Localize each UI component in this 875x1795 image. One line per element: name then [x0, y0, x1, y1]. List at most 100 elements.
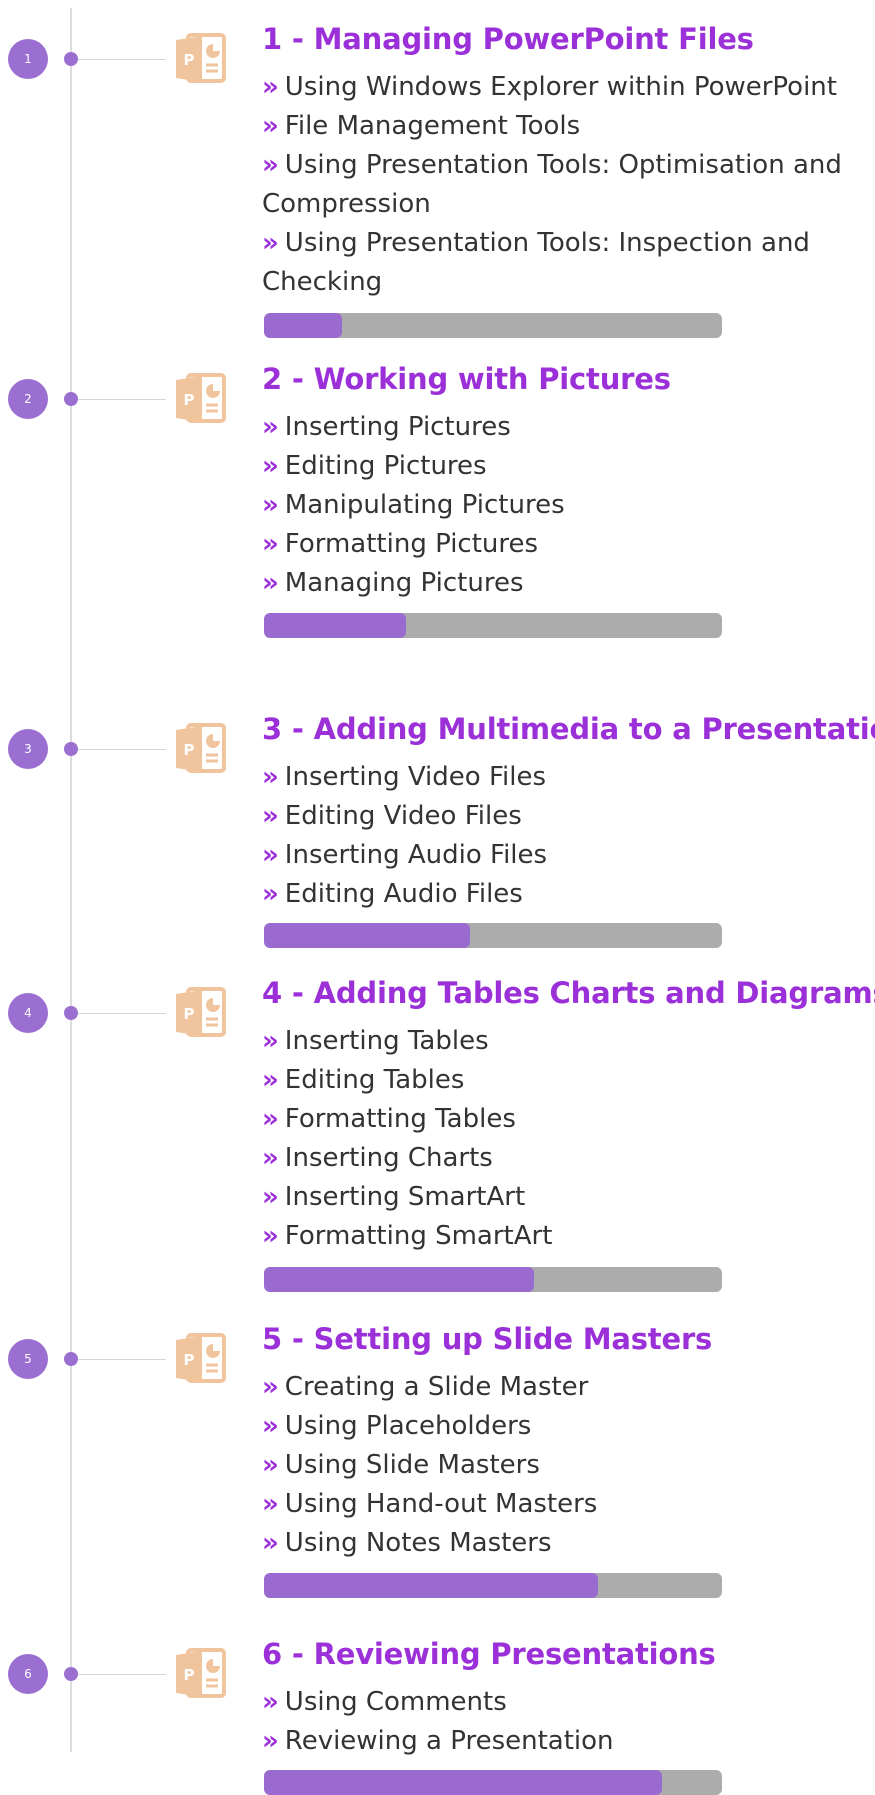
- module-progress-fill: [264, 1573, 599, 1598]
- lesson-item-label: Inserting Audio Files: [284, 840, 548, 870]
- lesson-item: » Using Notes Masters: [262, 1524, 872, 1563]
- double-chevron-icon: »: [262, 762, 279, 792]
- lesson-item: » Editing Audio Files: [262, 875, 872, 914]
- module-title: 2 - Working with Pictures: [262, 362, 671, 396]
- lesson-item: » Editing Pictures: [262, 447, 872, 486]
- module-number-badge: 1: [8, 39, 48, 79]
- lesson-item-label: Using Hand-out Masters: [284, 1489, 598, 1519]
- lesson-item-label: Inserting Video Files: [284, 762, 547, 792]
- double-chevron-icon: »: [262, 451, 279, 481]
- lesson-item: » Using Hand-out Masters: [262, 1485, 872, 1524]
- svg-text:P: P: [184, 1005, 195, 1023]
- module-title: 3 - Adding Multimedia to a Presentation: [262, 712, 875, 746]
- module-number-badge: 2: [8, 379, 48, 419]
- timeline-connector: [78, 1013, 166, 1014]
- powerpoint-file-icon: P: [174, 1329, 238, 1389]
- module-progress-fill: [264, 923, 471, 948]
- module-number-badge: 6: [8, 1654, 48, 1694]
- double-chevron-icon: »: [262, 1528, 279, 1558]
- module-progress-bar: [264, 923, 722, 948]
- double-chevron-icon: »: [262, 1489, 279, 1519]
- lesson-item-label: Creating a Slide Master: [284, 1372, 589, 1402]
- lesson-list: » Using Comments» Reviewing a Presentation: [262, 1683, 872, 1761]
- timeline-dot: [64, 1352, 78, 1366]
- module-progress-bar: [264, 1770, 722, 1795]
- lesson-item: » Formatting Tables: [262, 1100, 872, 1139]
- double-chevron-icon: »: [262, 1026, 279, 1056]
- lesson-item: » File Management Tools: [262, 107, 872, 146]
- lesson-item-label: Editing Audio Files: [284, 879, 523, 909]
- lesson-item: » Formatting Pictures: [262, 525, 872, 564]
- double-chevron-icon: »: [262, 568, 279, 598]
- lesson-item-label: Using Presentation Tools: Optimisation a…: [262, 150, 842, 219]
- lesson-item-label: Inserting SmartArt: [284, 1182, 526, 1212]
- lesson-item-label: Editing Tables: [284, 1065, 465, 1095]
- double-chevron-icon: »: [262, 1221, 279, 1251]
- lesson-item-label: Managing Pictures: [284, 568, 524, 598]
- module-title: 4 - Adding Tables Charts and Diagrams: [262, 976, 875, 1010]
- lesson-item: » Using Comments: [262, 1683, 872, 1722]
- lesson-item: » Inserting Pictures: [262, 408, 872, 447]
- lesson-list: » Inserting Video Files» Editing Video Fil…: [262, 758, 872, 914]
- svg-text:P: P: [184, 741, 195, 759]
- lesson-item-label: Formatting SmartArt: [284, 1221, 553, 1251]
- module-progress-bar: [264, 613, 722, 638]
- double-chevron-icon: »: [262, 1450, 279, 1480]
- module-progress-bar: [264, 1573, 722, 1598]
- double-chevron-icon: »: [262, 72, 279, 102]
- lesson-item: » Using Presentation Tools: Inspection an…: [262, 224, 872, 302]
- double-chevron-icon: »: [262, 1065, 279, 1095]
- lesson-item: » Manipulating Pictures: [262, 486, 872, 525]
- lesson-item: » Creating a Slide Master: [262, 1368, 872, 1407]
- double-chevron-icon: »: [262, 1372, 279, 1402]
- lesson-list: » Inserting Pictures» Editing Pictures» Man…: [262, 408, 872, 603]
- timeline-dot: [64, 392, 78, 406]
- module-progress-bar: [264, 313, 722, 338]
- svg-text:P: P: [184, 391, 195, 409]
- powerpoint-file-icon: P: [174, 29, 238, 89]
- module-progress-fill: [264, 613, 406, 638]
- module-progress-bar: [264, 1267, 722, 1292]
- lesson-list: » Using Windows Explorer within PowerPoin…: [262, 68, 872, 302]
- lesson-item-label: Using Comments: [284, 1687, 507, 1717]
- double-chevron-icon: »: [262, 1687, 279, 1717]
- lesson-item-label: Inserting Charts: [284, 1143, 493, 1173]
- module-number-badge: 4: [8, 993, 48, 1033]
- lesson-item: » Inserting Charts: [262, 1139, 872, 1178]
- module-progress-fill: [264, 1267, 535, 1292]
- lesson-item: » Formatting SmartArt: [262, 1217, 872, 1256]
- lesson-item-label: Using Notes Masters: [284, 1528, 552, 1558]
- lesson-item-label: Formatting Pictures: [284, 529, 539, 559]
- module-title: 6 - Reviewing Presentations: [262, 1637, 716, 1671]
- module-title: 1 - Managing PowerPoint Files: [262, 22, 754, 56]
- double-chevron-icon: »: [262, 529, 279, 559]
- timeline-connector: [78, 1674, 166, 1675]
- lesson-item: » Editing Video Files: [262, 797, 872, 836]
- lesson-item-label: Using Windows Explorer within PowerPoint: [284, 72, 837, 102]
- timeline-connector: [78, 59, 166, 60]
- timeline-line: [70, 8, 72, 1752]
- powerpoint-file-icon: P: [174, 369, 238, 429]
- lesson-item: » Using Presentation Tools: Optimisation …: [262, 146, 872, 224]
- lesson-item-label: Using Presentation Tools: Inspection and…: [262, 228, 810, 297]
- double-chevron-icon: »: [262, 228, 279, 258]
- lesson-item: » Inserting SmartArt: [262, 1178, 872, 1217]
- double-chevron-icon: »: [262, 1143, 279, 1173]
- timeline-connector: [78, 1359, 166, 1360]
- double-chevron-icon: »: [262, 840, 279, 870]
- timeline-connector: [78, 749, 166, 750]
- lesson-item-label: Editing Pictures: [284, 451, 487, 481]
- lesson-item: » Using Windows Explorer within PowerPoin…: [262, 68, 872, 107]
- powerpoint-file-icon: P: [174, 983, 238, 1043]
- timeline-dot: [64, 742, 78, 756]
- timeline-connector: [78, 399, 166, 400]
- lesson-item-label: Manipulating Pictures: [284, 490, 565, 520]
- lesson-item: » Using Slide Masters: [262, 1446, 872, 1485]
- lesson-item: » Editing Tables: [262, 1061, 872, 1100]
- lesson-list: » Inserting Tables» Editing Tables» Formatt…: [262, 1022, 872, 1256]
- module-number-badge: 3: [8, 729, 48, 769]
- lesson-item-label: Using Placeholders: [284, 1411, 532, 1441]
- module-number-badge: 5: [8, 1339, 48, 1379]
- double-chevron-icon: »: [262, 1104, 279, 1134]
- module-title: 5 - Setting up Slide Masters: [262, 1322, 713, 1356]
